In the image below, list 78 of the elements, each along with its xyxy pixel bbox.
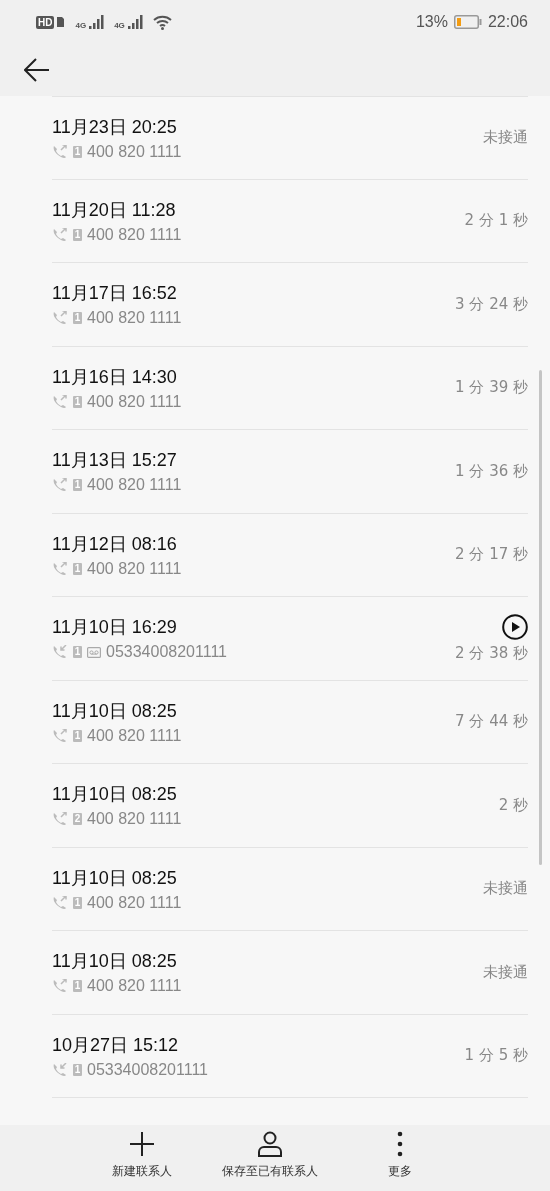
network-type: 4G <box>75 20 87 30</box>
sim-badge: 1 <box>73 145 82 158</box>
add-icon <box>129 1131 155 1157</box>
network-type: 4G <box>114 20 125 30</box>
call-duration: 1 分 36 秒 <box>455 461 528 481</box>
signal-icon <box>127 15 144 29</box>
sim-badge: 1 <box>73 980 82 993</box>
call-log-item[interactable]: 11月17日 16:52 1 400 820 1111 3 分 24 秒 <box>52 263 528 347</box>
play-button-icon[interactable] <box>502 613 528 640</box>
call-time: 11月17日 16:52 <box>52 282 178 306</box>
phone-number: 05334008201111 <box>87 1060 208 1079</box>
phone-number: 400 820 1111 <box>87 142 182 161</box>
call-duration: 未接通 <box>483 962 528 982</box>
sim-badge: 1 <box>73 562 82 575</box>
action-button[interactable]: 保存至已有联系人 <box>222 1131 318 1180</box>
phone-number: 400 820 1111 <box>87 726 182 745</box>
call-duration: 3 分 24 秒 <box>455 294 528 314</box>
phone-number: 400 820 1111 <box>87 977 182 996</box>
person-icon <box>257 1131 283 1157</box>
battery-icon <box>453 15 482 29</box>
call-duration: 未接通 <box>483 128 528 148</box>
call-duration: 2 分 17 秒 <box>455 545 528 565</box>
call-log-item[interactable]: 11月13日 15:27 1 400 820 1111 1 分 36 秒 <box>52 430 528 514</box>
sim-badge: 1 <box>73 646 82 659</box>
phone-number: 400 820 1111 <box>87 893 182 912</box>
call-log-item[interactable]: 11月10日 08:25 1 400 820 1111 未接通 <box>52 847 528 931</box>
sim-badge: 1 <box>73 395 82 408</box>
call-log-item[interactable]: 11月10日 08:25 1 400 820 1111 未接通 <box>52 931 528 1015</box>
call-time: 11月20日 11:28 <box>52 198 177 222</box>
action-button[interactable]: 新建联系人 <box>112 1131 172 1180</box>
call-duration: 7 分 44 秒 <box>455 712 528 732</box>
call-duration: 2 分 1 秒 <box>464 211 528 231</box>
back-arrow-icon[interactable] <box>24 58 50 82</box>
call-time: 11月12日 08:16 <box>52 532 178 556</box>
clock: 22:06 <box>487 13 528 31</box>
wifi-icon <box>152 14 173 30</box>
call-duration: 1 分 39 秒 <box>455 378 528 398</box>
phone-number: 400 820 1111 <box>87 810 182 829</box>
phone-number: 400 820 1111 <box>87 559 182 578</box>
sim-icon <box>57 17 65 27</box>
call-time: 10月27日 15:12 <box>52 1033 180 1057</box>
call-time: 11月10日 16:29 <box>52 616 178 640</box>
sim-badge: 1 <box>73 312 82 325</box>
phone-number: 400 820 1111 <box>87 309 182 328</box>
sim-badge: 1 <box>73 479 82 492</box>
battery-percentage: 13% <box>415 13 448 31</box>
sim-badge: 1 <box>73 896 82 909</box>
call-log-item[interactable]: 10月27日 15:12 1 05334008201111 1 分 5 秒 <box>52 1014 528 1098</box>
call-log-item[interactable]: 11月20日 11:28 1 400 820 1111 2 分 1 秒 <box>52 179 528 263</box>
phone-number: 05334008201111 <box>106 643 227 662</box>
more-icon <box>397 1131 403 1157</box>
call-time: 11月23日 20:25 <box>52 115 178 139</box>
action-button[interactable]: 更多 <box>388 1131 412 1180</box>
call-duration: 1 分 5 秒 <box>464 1046 528 1066</box>
phone-number: 400 820 1111 <box>87 225 182 244</box>
phone-number: 400 820 1111 <box>87 392 182 411</box>
call-time: 11月13日 15:27 <box>52 449 178 473</box>
sim-badge: 1 <box>73 729 82 742</box>
call-log-item[interactable]: 11月10日 08:25 2 400 820 1111 2 秒 <box>52 764 528 848</box>
call-time: 11月10日 08:25 <box>52 950 178 974</box>
call-time: 11月10日 08:25 <box>52 866 178 890</box>
call-duration: 2 秒 <box>498 795 528 815</box>
signal-icon <box>89 15 106 29</box>
call-log-item[interactable]: 11月10日 16:29 1 05334008201111 2 分 38 秒 <box>52 597 528 681</box>
call-log-item[interactable]: 11月23日 20:25 1 400 820 1111 未接通 <box>52 96 528 180</box>
sim-badge: 2 <box>73 813 82 826</box>
call-log-item[interactable]: 11月10日 08:25 1 400 820 1111 7 分 44 秒 <box>52 680 528 764</box>
sim-badge: 1 <box>73 1063 82 1076</box>
call-duration: 2 分 38 秒 <box>455 643 528 663</box>
call-log-item[interactable]: 11月16日 14:30 1 400 820 1111 1 分 39 秒 <box>52 346 528 430</box>
call-time: 11月10日 08:25 <box>52 699 178 723</box>
sim-badge: 1 <box>73 228 82 241</box>
phone-number: 400 820 1111 <box>87 476 182 495</box>
call-log-item[interactable]: 11月12日 08:16 1 400 820 1111 2 分 17 秒 <box>52 513 528 597</box>
call-time: 11月16日 14:30 <box>52 365 178 389</box>
call-duration: 未接通 <box>483 879 528 899</box>
hd-indicator: HD <box>36 15 55 29</box>
call-time: 11月10日 08:25 <box>52 783 178 807</box>
